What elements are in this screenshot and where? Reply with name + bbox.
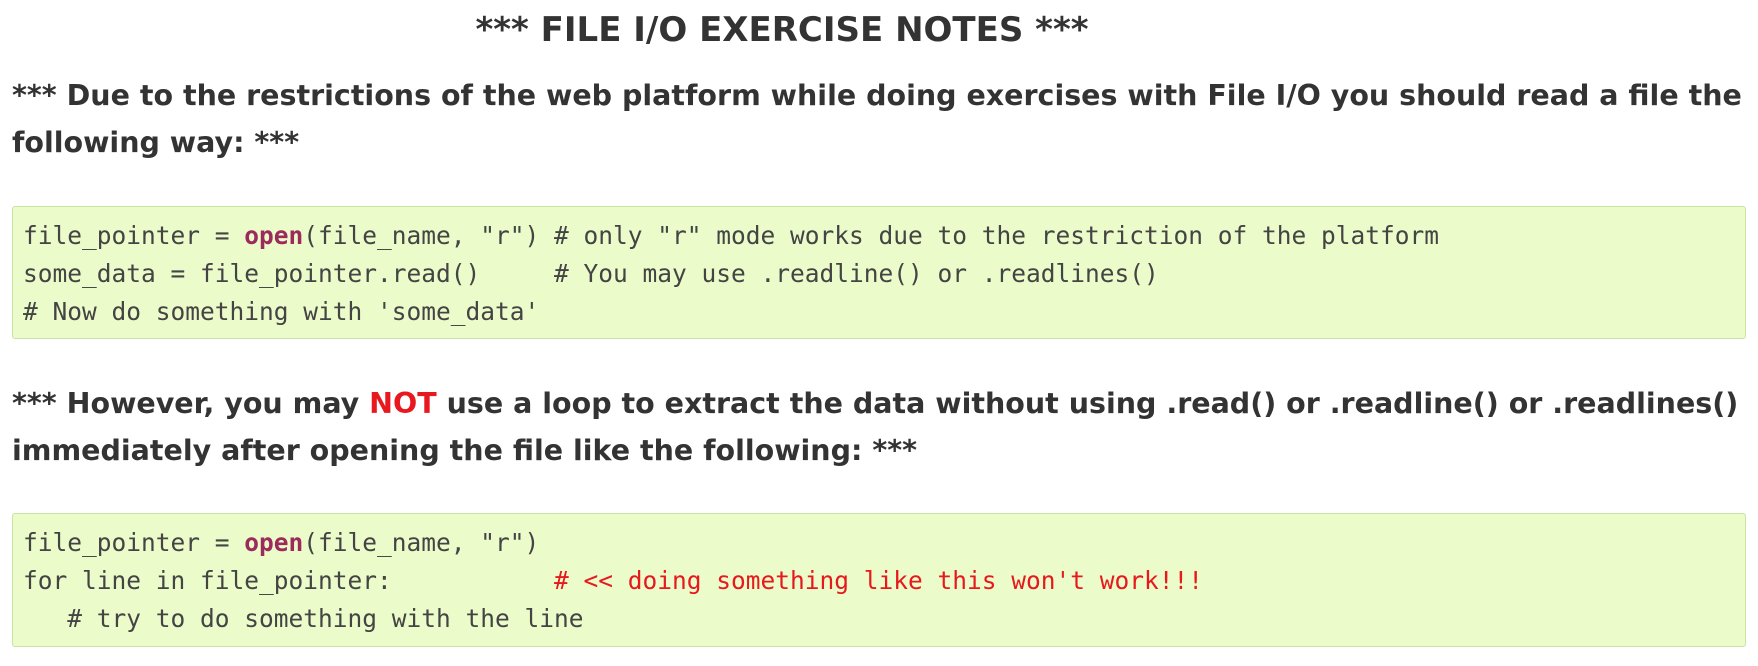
- code-line: file_pointer = open(file_name, "r") # on…: [23, 217, 1745, 255]
- code-text: file_pointer =: [23, 221, 245, 250]
- code-block-incorrect-usage: file_pointer = open(file_name, "r") for l…: [12, 513, 1746, 647]
- warning-paragraph: *** However, you may NOT use a loop to e…: [12, 380, 1752, 474]
- code-block-correct-usage: file_pointer = open(file_name, "r") # on…: [12, 206, 1746, 339]
- code-text: for line in file_pointer:: [23, 566, 555, 595]
- code-text: file_pointer =: [23, 528, 245, 557]
- code-line: # Now do something with 'some_data': [23, 297, 540, 326]
- warning-text: *** However, you may: [12, 387, 370, 420]
- code-line: file_pointer = open(file_name, "r"): [23, 524, 1745, 562]
- code-text: (file_name, "r"): [303, 528, 540, 557]
- not-emphasis: NOT: [369, 387, 437, 420]
- code-text: (file_name, "r") # only "r" mode works d…: [303, 221, 1440, 250]
- code-keyword: open: [244, 221, 304, 250]
- code-line: some_data = file_pointer.read() # You ma…: [23, 259, 1159, 288]
- code-line: # try to do something with the line: [23, 604, 584, 633]
- page-title: *** FILE I/O EXERCISE NOTES ***: [475, 10, 1089, 50]
- code-line: for line in file_pointer: # << doing som…: [23, 562, 1745, 600]
- notes-page: *** FILE I/O EXERCISE NOTES *** *** Due …: [0, 0, 1758, 666]
- code-warning-comment: # << doing something like this won't wor…: [554, 566, 1204, 595]
- instruction-paragraph: *** Due to the restrictions of the web p…: [12, 79, 1742, 159]
- code-keyword: open: [244, 528, 304, 557]
